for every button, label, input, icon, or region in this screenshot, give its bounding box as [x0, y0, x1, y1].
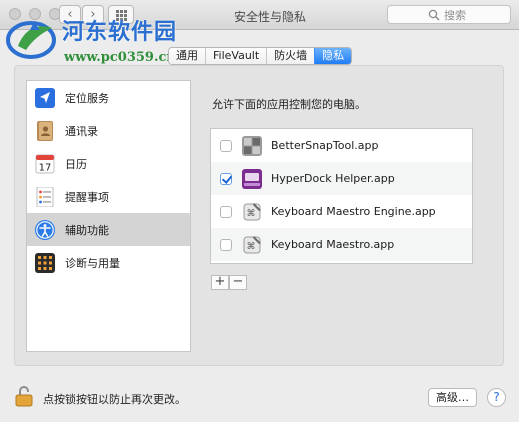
- sidebar-item-label: 提醒事项: [65, 190, 109, 204]
- advanced-button[interactable]: 高级…: [428, 388, 477, 407]
- sidebar-item-accessibility[interactable]: 辅助功能: [27, 213, 190, 246]
- list-item: BetterSnapTool.app: [211, 129, 472, 162]
- help-button[interactable]: ?: [487, 388, 506, 407]
- list-item: ⌘ Keyboard Maestro.app: [211, 228, 472, 261]
- list-item: ⌘ Keyboard Maestro Engine.app: [211, 195, 472, 228]
- watermark-url: www.pc0359.cn: [64, 50, 176, 65]
- bettersnaptool-icon: [242, 135, 262, 156]
- tab-general[interactable]: 通用: [169, 48, 205, 64]
- sidebar-item-label: 定位服务: [65, 91, 109, 105]
- app-checkbox[interactable]: [220, 205, 232, 218]
- svg-text:⌘: ⌘: [247, 242, 256, 252]
- add-app-button[interactable]: +: [211, 275, 229, 290]
- sidebar-item-location-services[interactable]: 定位服务: [27, 81, 190, 114]
- sidebar-item-contacts[interactable]: 通讯录: [27, 114, 190, 147]
- tab-bar: 通用 FileVault 防火墙 隐私: [168, 47, 353, 65]
- list-item: HyperDock Helper.app: [211, 162, 472, 195]
- app-name: HyperDock Helper.app: [271, 172, 395, 185]
- lock-hint-text: 点按锁按钮以防止再次更改。: [43, 393, 186, 406]
- contacts-book-icon: [37, 120, 53, 141]
- app-list: BetterSnapTool.app HyperDock Helper.app …: [210, 128, 473, 264]
- diagnostics-icon: [35, 252, 55, 273]
- sidebar-item-label: 辅助功能: [65, 223, 109, 237]
- tab-firewall[interactable]: 防火墙: [266, 48, 315, 64]
- privacy-category-list: 定位服务 通讯录 17 日历 提醒事项 辅助功能 诊断与用量: [26, 80, 191, 352]
- search-input[interactable]: [444, 8, 504, 22]
- svg-text:⌘: ⌘: [247, 209, 256, 219]
- sidebar-item-reminders[interactable]: 提醒事项: [27, 180, 190, 213]
- keyboard-maestro-icon: ⌘: [243, 202, 261, 220]
- app-checkbox[interactable]: [220, 139, 232, 152]
- window-title: 安全性与隐私: [233, 10, 306, 24]
- app-name: BetterSnapTool.app: [271, 139, 379, 152]
- app-name: Keyboard Maestro.app: [271, 238, 395, 251]
- sidebar-item-calendar[interactable]: 17 日历: [27, 147, 190, 180]
- hyperdock-icon: [242, 168, 262, 189]
- instruction-text: 允许下面的应用控制您的电脑。: [212, 98, 366, 111]
- lock-icon[interactable]: [15, 385, 33, 407]
- app-checkbox[interactable]: [220, 238, 232, 251]
- search-icon: [428, 9, 440, 21]
- tab-filevault[interactable]: FileVault: [205, 48, 267, 64]
- keyboard-maestro-icon: ⌘: [243, 235, 261, 253]
- watermark-title: 河东软件园: [62, 19, 178, 45]
- remove-app-button[interactable]: −: [229, 275, 247, 290]
- sidebar-item-label: 通讯录: [65, 124, 98, 138]
- sidebar-item-diagnostics[interactable]: 诊断与用量: [27, 246, 190, 279]
- accessibility-icon: [35, 219, 55, 240]
- search-field[interactable]: [387, 5, 511, 24]
- app-checkbox[interactable]: [220, 172, 232, 185]
- watermark-logo-icon: [6, 21, 56, 59]
- location-arrow-icon: [35, 87, 55, 108]
- calendar-icon: 17: [35, 154, 55, 173]
- sidebar-item-label: 诊断与用量: [65, 256, 120, 270]
- sidebar-item-label: 日历: [65, 157, 87, 171]
- reminders-icon: [36, 186, 54, 207]
- tab-privacy[interactable]: 隐私: [314, 48, 352, 64]
- app-name: Keyboard Maestro Engine.app: [271, 205, 436, 218]
- calendar-day: 17: [39, 162, 52, 173]
